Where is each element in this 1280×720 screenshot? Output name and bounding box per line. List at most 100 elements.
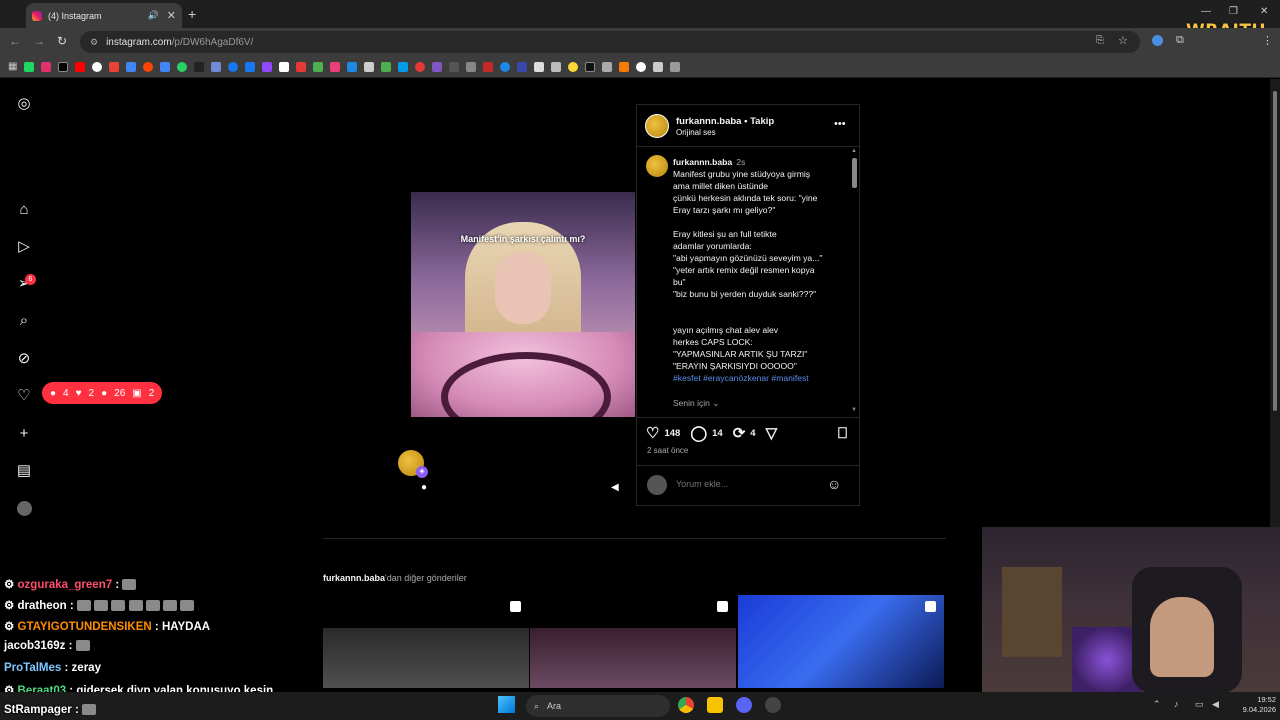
caption-username[interactable]: furkannn.baba — [673, 157, 732, 167]
caption-scrollbar[interactable]: ▲ ▼ — [850, 148, 858, 413]
bookmark-icon[interactable] — [126, 61, 137, 72]
bookmark-icon[interactable] — [568, 61, 579, 72]
author-avatar[interactable] — [645, 114, 669, 138]
bookmark-star-icon[interactable]: ☆ — [1118, 34, 1128, 47]
bookmark-icon[interactable] — [381, 61, 392, 72]
more-options-icon[interactable]: ••• — [834, 118, 846, 130]
bookmark-icon[interactable] — [602, 61, 613, 72]
bookmark-icon[interactable] — [330, 61, 341, 72]
file-explorer-icon[interactable] — [707, 697, 723, 713]
bookmark-icon[interactable] — [517, 61, 528, 72]
bookmark-icon[interactable] — [347, 61, 358, 72]
more-post-thumbnail[interactable] — [530, 595, 736, 688]
more-post-thumbnail[interactable] — [738, 595, 944, 688]
follow-link[interactable]: Takip — [750, 116, 774, 127]
save-icon[interactable]: ⎕ — [838, 425, 847, 442]
microphone-icon[interactable]: ♪ — [1174, 699, 1179, 709]
post-author[interactable]: furkannn.baba • Takip — [676, 116, 774, 127]
bookmark-icon[interactable] — [432, 61, 443, 72]
google-bookmark-icon[interactable] — [92, 61, 103, 72]
taskbar-search[interactable]: ⌕ Ara — [526, 695, 670, 717]
bookmark-icon[interactable] — [653, 61, 664, 72]
extension-icon[interactable] — [1152, 35, 1163, 46]
mute-icon[interactable]: ◀ — [611, 482, 619, 493]
tagged-user-icon[interactable]: ● — [421, 482, 427, 493]
instagram-bookmark-icon[interactable] — [41, 61, 52, 72]
discord-icon[interactable] — [736, 697, 752, 713]
facebook-bookmark-icon[interactable] — [245, 61, 256, 72]
reddit-bookmark-icon[interactable] — [143, 61, 154, 72]
kick-bookmark-icon[interactable] — [24, 61, 35, 72]
comment-input[interactable] — [676, 479, 816, 489]
like-icon[interactable]: ♡ — [646, 424, 659, 442]
minimize-icon[interactable]: — — [1201, 6, 1211, 17]
bookmark-icon[interactable] — [398, 61, 409, 72]
menu-dots-icon[interactable]: ⋮ — [1262, 34, 1273, 47]
bookmark-icon[interactable] — [551, 61, 562, 72]
bookmark-icon[interactable] — [466, 61, 477, 72]
network-icon[interactable]: ▭ — [1195, 699, 1204, 710]
caption-avatar[interactable] — [646, 155, 668, 177]
profile-avatar[interactable] — [17, 501, 32, 516]
x-bookmark-icon[interactable] — [58, 61, 69, 72]
app-taskbar-icon[interactable] — [765, 697, 781, 713]
site-info-icon[interactable]: ⚙ — [90, 37, 98, 48]
more-posts-username[interactable]: furkannn.baba — [323, 573, 385, 583]
bookmark-icon[interactable] — [279, 61, 290, 72]
comment-icon[interactable]: ◯ — [690, 424, 707, 442]
caption-hashtags[interactable]: #kesfet #eraycanözkenar #manifest — [673, 372, 843, 384]
tray-chevron-icon[interactable]: ⌃ — [1153, 699, 1161, 710]
activity-pill[interactable]: ● 4 ♥ 2 ● 26 ▣ 2 — [42, 382, 163, 404]
bookmark-icon[interactable] — [500, 61, 511, 72]
bookmark-icon[interactable] — [619, 61, 630, 72]
explore-icon[interactable]: ⊘ — [14, 349, 34, 369]
share-icon[interactable]: ▽ — [766, 424, 778, 442]
bookmark-icon[interactable] — [449, 61, 460, 72]
windows-start-icon[interactable] — [498, 696, 515, 713]
volume-icon[interactable]: ◀ — [1212, 699, 1219, 710]
notifications-heart-icon[interactable]: ♡ — [14, 386, 34, 406]
bookmark-icon[interactable] — [211, 61, 222, 72]
dashboard-icon[interactable]: ▤ — [14, 461, 34, 481]
bookmark-icon[interactable] — [636, 61, 647, 72]
install-icon[interactable]: ⎘ — [1096, 35, 1104, 46]
whatsapp-bookmark-icon[interactable] — [177, 61, 188, 72]
translate-bookmark-icon[interactable] — [160, 61, 171, 72]
instagram-logo-icon[interactable]: ◎ — [14, 94, 34, 114]
bookmark-icon[interactable] — [415, 61, 426, 72]
more-post-thumbnail[interactable] — [323, 595, 529, 688]
tab-instagram[interactable]: (4) Instagram 🔊 ✕ — [26, 3, 182, 28]
address-bar[interactable]: ⚙ instagram.com/p/DW6hAgaDf6V/ — [80, 31, 1140, 53]
emoji-icon[interactable]: ☺ — [827, 476, 841, 492]
see-more-link[interactable]: Senin için ⌄ — [673, 398, 719, 409]
like-count[interactable]: 148 — [664, 428, 680, 439]
search-icon[interactable]: ⌕ — [14, 311, 34, 331]
close-window-icon[interactable]: ✕ — [1260, 6, 1268, 17]
chrome-taskbar-icon[interactable] — [678, 697, 694, 713]
gmail-bookmark-icon[interactable] — [109, 61, 120, 72]
bookmark-icon[interactable] — [296, 61, 307, 72]
back-icon[interactable]: ← — [9, 34, 21, 48]
speaker-icon[interactable]: 🔊 — [148, 10, 159, 21]
bookmark-icon[interactable] — [313, 61, 324, 72]
apps-grid-icon[interactable]: ▦ — [8, 61, 17, 72]
bookmark-icon[interactable] — [364, 61, 375, 72]
bookmark-icon[interactable] — [585, 61, 596, 72]
home-icon[interactable]: ⌂ — [14, 200, 34, 220]
bookmark-icon[interactable] — [483, 61, 494, 72]
bookmark-icon[interactable] — [228, 61, 239, 72]
extensions-puzzle-icon[interactable]: ⧉ — [1176, 34, 1184, 47]
reload-icon[interactable]: ↻ — [57, 34, 67, 48]
create-icon[interactable]: + — [14, 424, 34, 444]
forward-icon[interactable]: → — [33, 34, 45, 48]
reels-icon[interactable]: ▷ — [14, 237, 34, 257]
taskbar-clock[interactable]: 19:52 9.04.2026 — [1232, 695, 1276, 715]
bookmark-icon[interactable] — [534, 61, 545, 72]
audio-label[interactable]: Orijinal ses — [676, 128, 716, 137]
comment-count[interactable]: 14 — [712, 428, 723, 439]
maximize-icon[interactable]: ❐ — [1229, 6, 1238, 17]
close-tab-icon[interactable]: ✕ — [167, 9, 176, 22]
youtube-bookmark-icon[interactable] — [75, 61, 86, 72]
repost-icon[interactable]: ⟳ — [733, 424, 746, 442]
bookmark-icon[interactable] — [670, 61, 681, 72]
